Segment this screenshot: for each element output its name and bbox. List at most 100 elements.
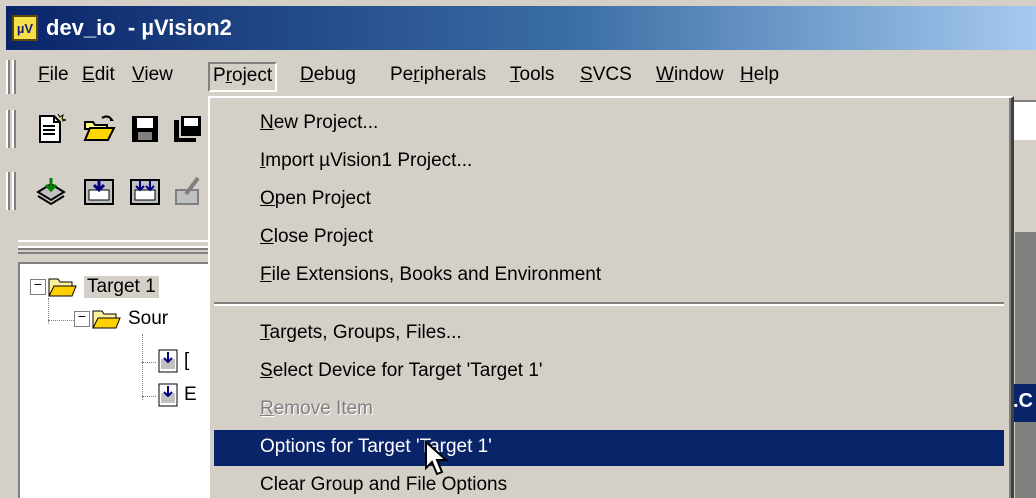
menu-item-label: ile Extensions, Books and Environment — [271, 264, 602, 285]
menu-debug[interactable]: Debug — [296, 62, 360, 92]
menu-mnemonic: W — [656, 64, 674, 85]
menu-item-select-device[interactable]: Select Device for Target 'Target 1' — [214, 354, 1004, 390]
window-title: dev_io - µVision2 — [46, 15, 232, 40]
menu-item-label: Clear Group and File Options — [260, 474, 508, 495]
menu-label-rest: ipherals — [419, 64, 487, 85]
menu-mnemonic: S — [260, 360, 273, 381]
mouse-cursor-icon — [424, 439, 454, 480]
translate-icon[interactable] — [34, 174, 68, 208]
menu-item-remove-item: Remove Item — [214, 392, 1004, 428]
menu-item-open-project[interactable]: Open Project — [214, 182, 1004, 218]
menu-item-targets-groups-files[interactable]: Targets, Groups, Files... — [214, 316, 1004, 352]
rebuild-icon[interactable] — [128, 174, 162, 208]
save-icon[interactable] — [128, 112, 162, 146]
toolbar2-grip[interactable] — [6, 172, 10, 210]
menu-item-file-extensions[interactable]: File Extensions, Books and Environment — [214, 258, 1004, 294]
collapse-icon[interactable]: − — [74, 311, 90, 327]
menu-mnemonic: F — [260, 264, 272, 285]
tree-item-label: Sour — [128, 308, 169, 329]
tree-line — [142, 334, 143, 400]
menu-label-rest: dit — [94, 64, 115, 85]
open-folder-icon[interactable] — [82, 112, 116, 146]
menu-help[interactable]: Help — [736, 62, 783, 92]
menu-label-prefix: Pe — [390, 64, 414, 85]
tree-item-group[interactable]: − Sour — [74, 304, 168, 334]
menu-edit[interactable]: Edit — [78, 62, 119, 92]
build-icon[interactable] — [82, 174, 116, 208]
file-toolbar — [0, 98, 210, 162]
stop-build-icon[interactable] — [172, 174, 206, 208]
tree-item-label: E — [184, 384, 197, 405]
menubar-grip[interactable] — [6, 60, 10, 94]
project-workspace: − Target 1 − Sour [ E — [18, 262, 218, 498]
uv-app-icon[interactable]: µV — [12, 15, 38, 41]
editor-area — [1015, 232, 1036, 498]
menu-mnemonic: D — [300, 64, 314, 85]
menu-label-rest: ools — [519, 64, 555, 85]
menu-item-label: ew Project... — [273, 112, 379, 133]
tree-line — [142, 362, 156, 363]
title-bar: µV dev_io - µVision2 — [6, 6, 1036, 50]
menu-item-new-project[interactable]: New Project... — [214, 106, 1004, 142]
menu-svcs[interactable]: SVCS — [576, 62, 636, 92]
menu-item-close-project[interactable]: Close Project — [214, 220, 1004, 256]
new-file-icon[interactable] — [34, 112, 68, 146]
menu-item-import-uvision1[interactable]: Import µVision1 Project... — [214, 144, 1004, 180]
tree-item-file[interactable]: [ — [158, 346, 189, 376]
tree-item-label: [ — [184, 350, 190, 371]
menu-label-rest: iew — [144, 64, 173, 85]
menu-label-rest: ile — [49, 64, 69, 85]
menu-label-rest: elp — [753, 64, 780, 85]
menu-label-rest: VCS — [592, 64, 632, 85]
menu-window[interactable]: Window — [652, 62, 728, 92]
menu-file[interactable]: File — [34, 62, 73, 92]
menu-item-label: pen Project — [274, 188, 371, 209]
workspace-title-bar[interactable] — [18, 240, 208, 254]
toolbar2-grip-2[interactable] — [12, 172, 16, 210]
tree-item-label: Target 1 — [84, 276, 159, 298]
menu-project[interactable]: Project — [208, 62, 278, 92]
menu-mnemonic: O — [260, 188, 275, 209]
menu-peripherals[interactable]: Peripherals — [386, 62, 490, 92]
menu-label-prefix: P — [213, 65, 226, 86]
menubar-grip-2[interactable] — [12, 60, 16, 94]
menu-mnemonic: H — [740, 64, 754, 85]
menu-item-label: elect Device for Target 'Target 1' — [272, 360, 543, 381]
menu-mnemonic: C — [260, 226, 274, 247]
menu-mnemonic: V — [132, 64, 145, 85]
tree-item-file[interactable]: E — [158, 380, 197, 410]
toolbar1-grip[interactable] — [6, 110, 10, 148]
source-file-icon — [158, 349, 178, 373]
toolbar1-grip-2[interactable] — [12, 110, 16, 148]
collapse-icon[interactable]: − — [30, 279, 46, 295]
menu-label-rest: ebug — [313, 64, 357, 85]
menu-item-label: emove Item — [273, 398, 373, 419]
folder-open-icon — [92, 308, 122, 330]
menu-mnemonic: E — [82, 64, 95, 85]
menu-item-label: lose Project — [273, 226, 374, 247]
menu-mnemonic: T — [510, 64, 520, 85]
menu-label-rest: oject — [232, 65, 273, 86]
menu-mnemonic: R — [260, 398, 274, 419]
tree-item-target[interactable]: − Target 1 — [30, 272, 159, 302]
menu-item-label: mport µVision1 Project... — [265, 150, 473, 171]
menu-bar: File Edit View Project Debug Peripherals Tools… — [0, 54, 1036, 98]
menu-mnemonic: T — [260, 322, 270, 343]
tree-line — [48, 320, 74, 321]
menu-mnemonic: F — [38, 64, 50, 85]
menu-view[interactable]: View — [128, 62, 177, 92]
save-all-icon[interactable] — [172, 112, 206, 146]
source-file-icon — [158, 383, 178, 407]
project-menu-dropdown: New Project... Import µVision1 Project...… — [208, 96, 1014, 498]
menu-label-rest: indow — [673, 64, 724, 85]
menu-tools[interactable]: Tools — [506, 62, 558, 92]
menu-separator — [214, 302, 1004, 306]
menu-item-label: argets, Groups, Files... — [269, 322, 462, 343]
menu-mnemonic: N — [260, 112, 274, 133]
menu-item-label: Options for Target 'Target 1' — [260, 436, 492, 457]
menu-item-options-for-target[interactable]: Options for Target 'Target 1' — [214, 430, 1004, 466]
tree-line — [142, 396, 156, 397]
build-toolbar — [0, 160, 210, 224]
menu-mnemonic: S — [580, 64, 593, 85]
menu-item-clear-group-file-options[interactable]: Clear Group and File Options — [214, 468, 1004, 498]
